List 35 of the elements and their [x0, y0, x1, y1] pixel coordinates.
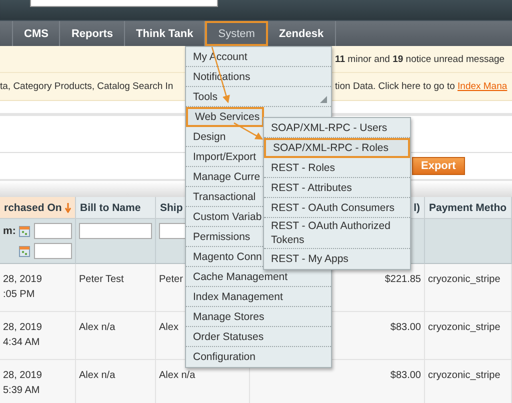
calendar-icon[interactable] [19, 246, 30, 256]
table-cell: $83.00 [250, 360, 425, 403]
column-header[interactable]: Payment Metho [425, 197, 512, 219]
date-from-field[interactable] [34, 223, 72, 239]
resize-grip-icon [320, 96, 327, 103]
menu-item[interactable]: REST - Attributes [264, 178, 410, 198]
table-cell: 28, 2019 :05 PM [0, 264, 76, 312]
calendar-icon[interactable] [19, 226, 30, 236]
notice-text: ta, Category Products, Catalog Search In [0, 81, 174, 92]
table-cell: Peter Test [76, 264, 156, 312]
table-cell: cryozonic_stripe [425, 312, 512, 360]
menu-item[interactable]: Index Management [186, 287, 331, 307]
table-cell: Alex n/a [76, 312, 156, 360]
date-to-field[interactable] [34, 243, 72, 259]
menu-item[interactable]: Manage Stores [186, 307, 331, 327]
table-cell: 28, 2019 5:39 AM [0, 360, 76, 403]
notice-text: tion Data. Click here to go to [335, 81, 455, 92]
table-cell: cryozonic_stripe [425, 360, 512, 403]
table-cell: 28, 2019 4:34 AM [0, 312, 76, 360]
column-header[interactable]: rchased On [0, 197, 76, 219]
menu-item[interactable]: SOAP/XML-RPC - Roles [264, 138, 410, 158]
table-cell: cryozonic_stripe [425, 264, 512, 312]
sort-arrow-icon [65, 202, 71, 212]
filter-field[interactable] [79, 223, 152, 239]
menu-item[interactable]: REST - Roles [264, 158, 410, 178]
filter-label: m: [3, 225, 15, 237]
annotation-arrow [234, 122, 264, 140]
table-cell: Alex n/a [76, 360, 156, 403]
column-header[interactable]: Bill to Name [76, 197, 156, 219]
nav-tab[interactable]: System [205, 21, 268, 46]
menu-item[interactable]: Order Statuses [186, 327, 331, 347]
menu-item[interactable]: REST - OAuth Consumers [264, 198, 410, 218]
menu-item[interactable]: REST - OAuth Authorized Tokens [264, 218, 410, 249]
notice-text: 11 minor and 19 notice unread message [335, 54, 505, 64]
menu-item[interactable]: Web Services [186, 107, 264, 127]
